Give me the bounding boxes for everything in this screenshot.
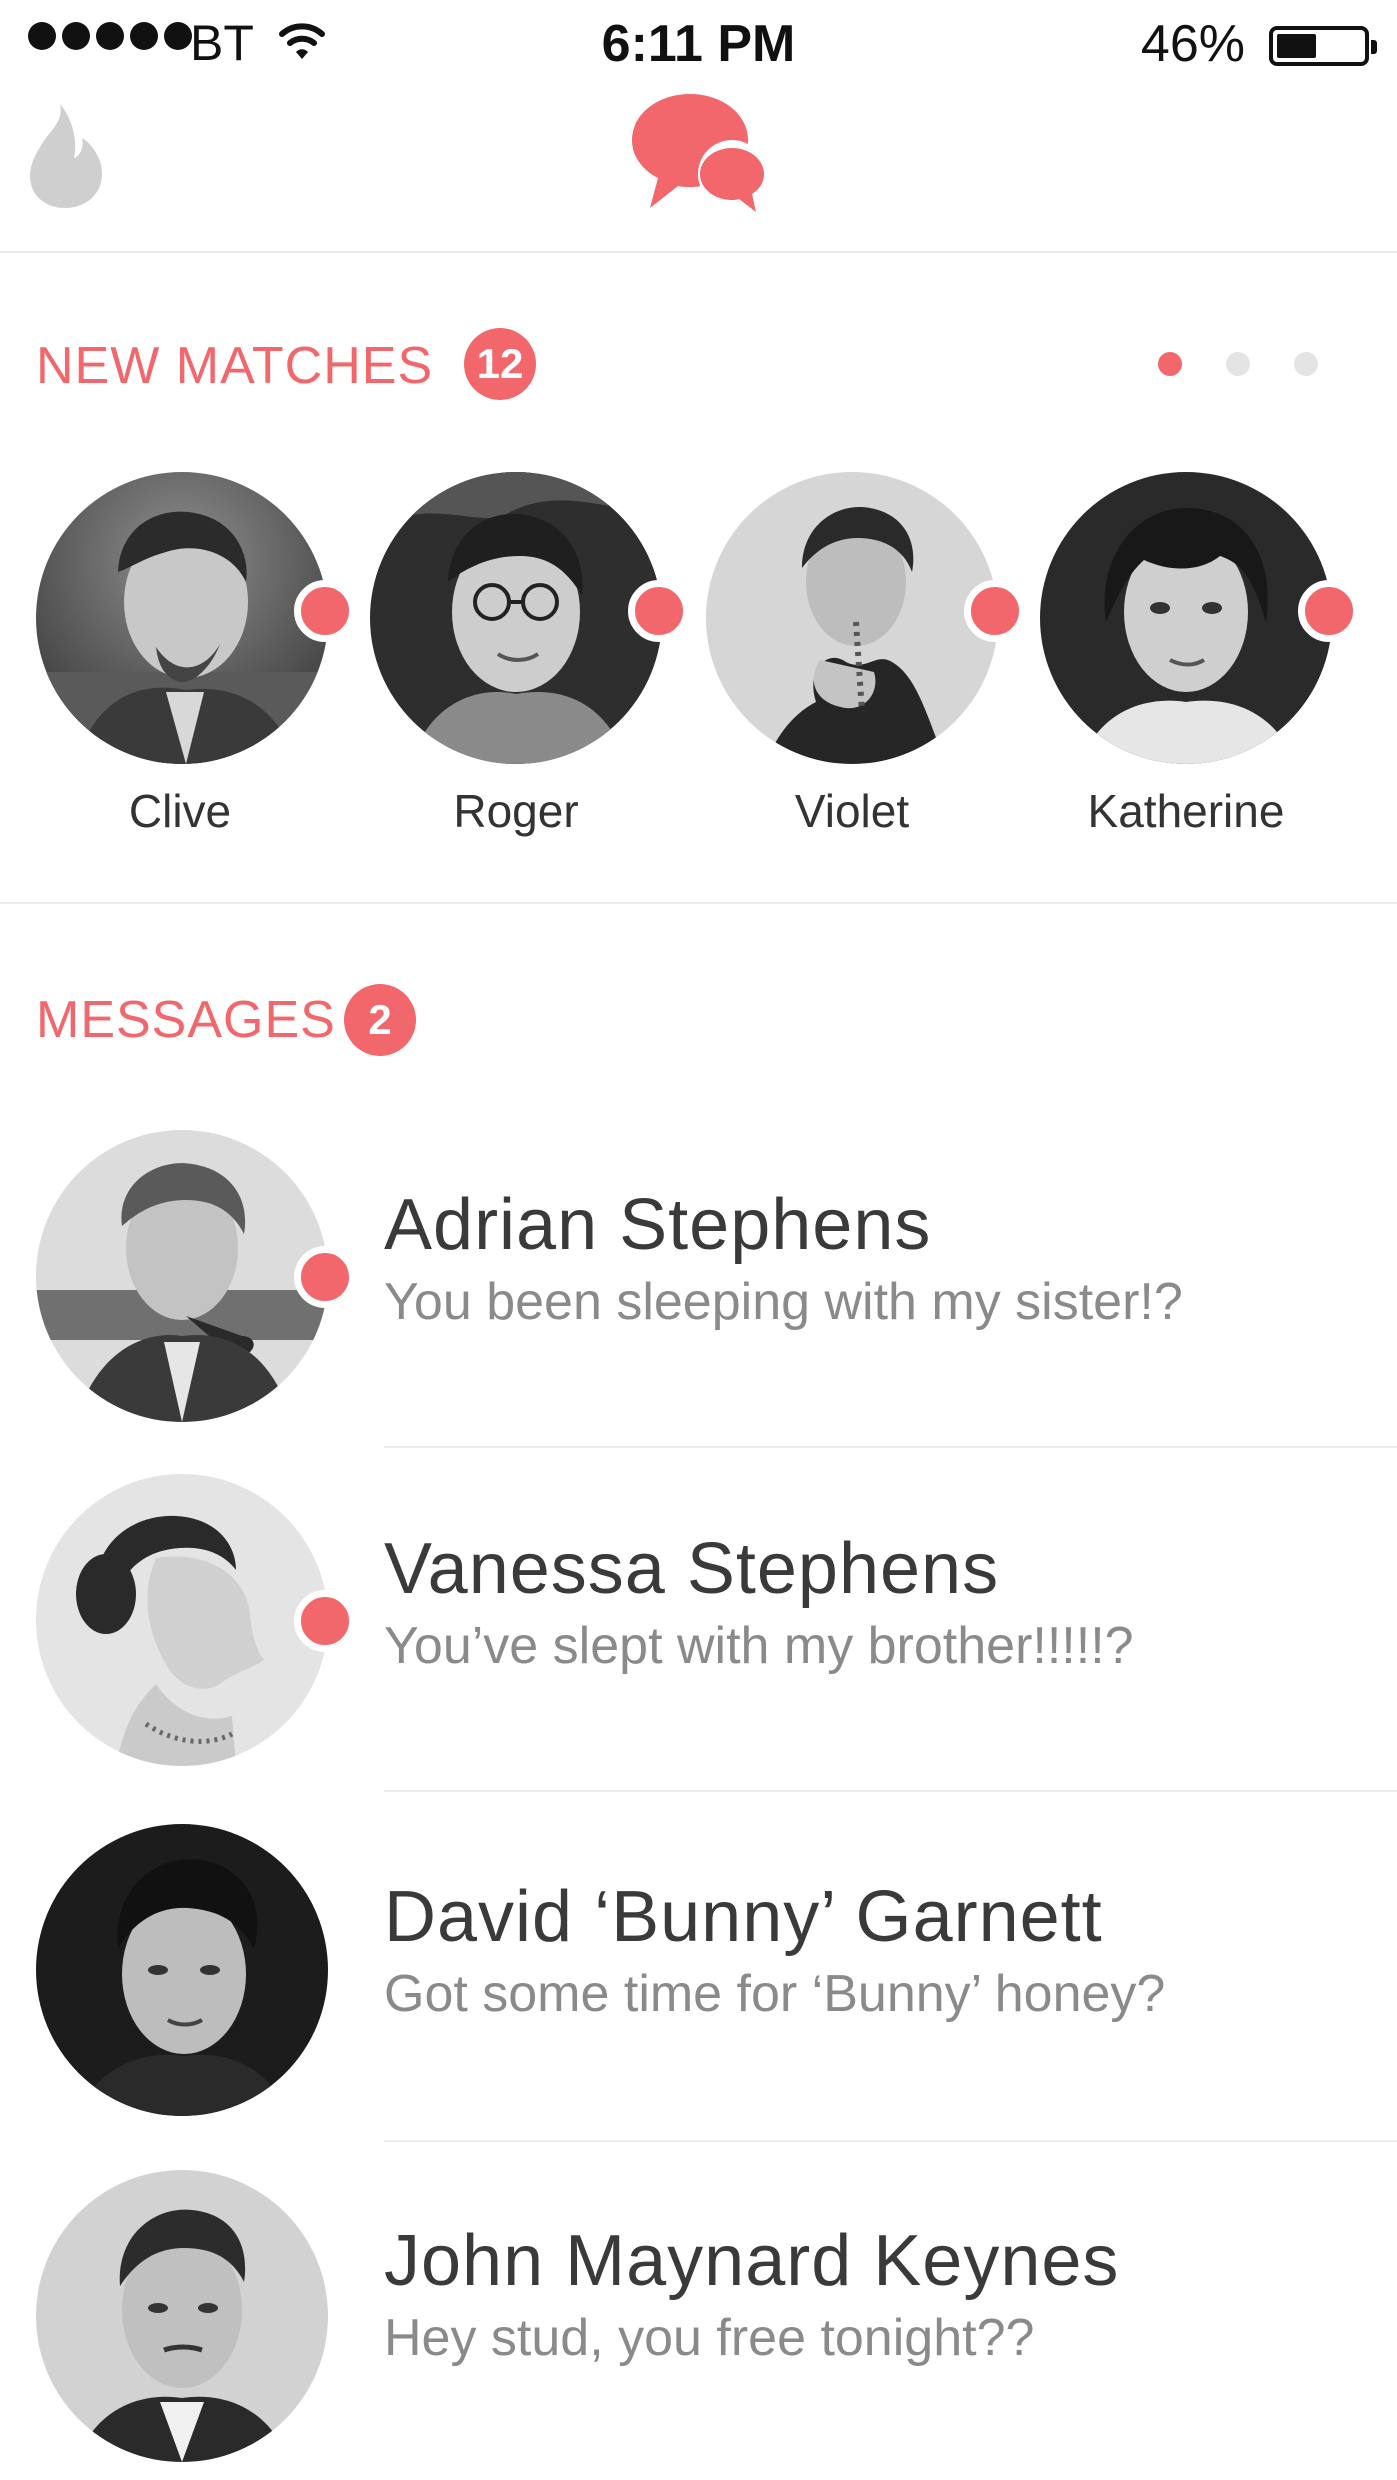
message-sender-name: David ‘Bunny’ Garnett [384,1877,1103,1957]
matches-pager[interactable] [1158,352,1318,376]
match-name: Roger [453,785,579,837]
message-sender-name: John Maynard Keynes [384,2221,1120,2301]
avatar [36,472,328,764]
battery-icon [1269,26,1377,66]
unread-dot [294,1246,356,1308]
avatar [36,1824,328,2116]
message-row[interactable]: Vanessa Stephens You’ve slept with my br… [0,1464,1397,1794]
row-divider [384,2140,1397,2142]
message-preview: Hey stud, you free tonight?? [384,2309,1035,2367]
match-item[interactable] [36,472,356,772]
match-name: Clive [128,785,232,837]
new-match-dot [964,580,1026,642]
new-match-dot [1298,580,1360,642]
message-preview: You been sleeping with my sister!? [384,1273,1183,1331]
new-matches-label: NEW MATCHES [36,337,434,395]
match-item[interactable] [1040,472,1360,772]
match-item[interactable] [706,472,1026,772]
avatar [706,472,998,764]
avatar [36,2170,328,2462]
message-sender-name: Adrian Stephens [384,1185,932,1265]
avatar [1040,472,1332,764]
new-match-dot [294,580,356,642]
status-bar: BT 6:11 PM 46% [0,0,1397,90]
message-row[interactable]: Adrian Stephens You been sleeping with m… [0,1120,1397,1450]
match-item[interactable] [370,472,690,772]
row-divider [384,1446,1397,1448]
avatar [370,472,662,764]
section-divider [0,902,1397,904]
message-sender-name: Vanessa Stephens [384,1529,1000,1609]
match-name: Violet [794,785,910,837]
nav-divider [0,251,1397,253]
message-row[interactable]: John Maynard Keynes Hey stud, you free t… [0,2160,1397,2480]
message-row[interactable]: David ‘Bunny’ Garnett Got some time for … [0,1814,1397,2144]
unread-dot [294,1590,356,1652]
message-preview: You’ve slept with my brother!!!!!? [384,1617,1134,1675]
battery-percent: 46% [1140,15,1245,73]
messages-count-badge: 2 [344,984,416,1056]
new-matches-count-badge: 12 [464,328,536,400]
avatar [36,1130,328,1422]
chat-bubbles-icon[interactable] [628,90,776,223]
messages-label: MESSAGES [36,991,336,1049]
avatar [36,1474,328,1766]
message-preview: Got some time for ‘Bunny’ honey? [384,1965,1166,2023]
new-match-dot [628,580,690,642]
flame-icon[interactable] [20,100,110,217]
match-name: Katherine [1087,785,1285,837]
row-divider [384,1790,1397,1792]
pager-dot-1[interactable] [1158,352,1182,376]
pager-dot-3[interactable] [1294,352,1318,376]
pager-dot-2[interactable] [1226,352,1250,376]
